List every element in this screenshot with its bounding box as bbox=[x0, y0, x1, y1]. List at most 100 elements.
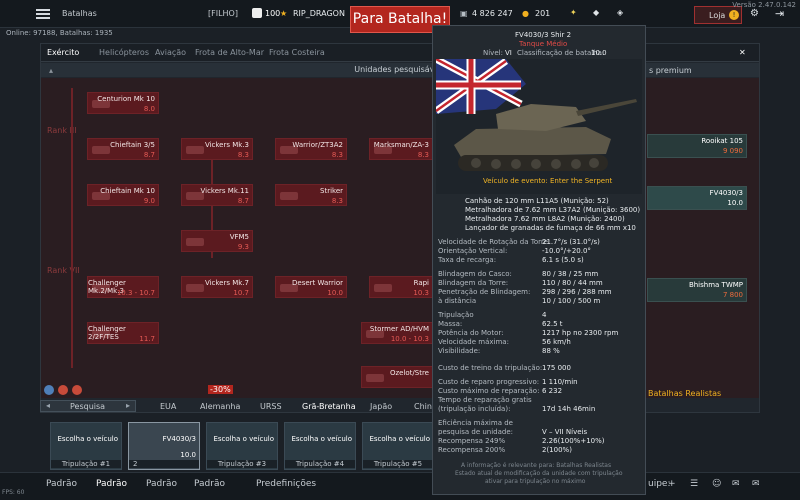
nation-usa[interactable]: EUA bbox=[160, 402, 176, 411]
avatar[interactable] bbox=[252, 8, 262, 18]
silver-icon: ▣ bbox=[460, 9, 468, 18]
silver-balance[interactable]: 4 826 247 bbox=[472, 9, 513, 18]
premium-vehicle-card[interactable]: FV4030/3 10.0 bbox=[647, 186, 747, 210]
stat-label: Custo de treino da tripulação: bbox=[438, 364, 543, 372]
stat-value: 110 / 80 / 44 mm bbox=[542, 279, 603, 287]
chat-icon[interactable]: ✉ bbox=[732, 479, 740, 489]
crew-slot-active[interactable]: FV4030/3 10.0 2 bbox=[128, 422, 200, 470]
vehicle-card[interactable]: Challenger 2/2F/TES 11.7 bbox=[87, 322, 159, 344]
tank-icon bbox=[374, 284, 392, 292]
stat-value: 88 % bbox=[542, 347, 560, 355]
tank-icon bbox=[186, 284, 204, 292]
crew-slot[interactable]: Escolha o veículo Tripulação #5 bbox=[362, 422, 434, 470]
vehicle-card[interactable]: Chieftain 3/5 8.7 bbox=[87, 138, 159, 160]
stat-label: Custo máximo de reparação: bbox=[438, 387, 540, 395]
weapon-line: Lançador de granadas de fumaça de 66 mm … bbox=[465, 224, 636, 232]
stat-label: à distância bbox=[438, 297, 477, 305]
vehicle-card[interactable]: Challenger Mk.2/Mk.3 10.3 - 10.7 bbox=[87, 276, 159, 298]
discount-icon[interactable] bbox=[72, 385, 82, 395]
nation-ussr[interactable]: URSS bbox=[260, 402, 282, 411]
stat-value: 2.26(100%+10%) bbox=[542, 437, 605, 445]
stat-value: 298 / 296 / 288 mm bbox=[542, 288, 612, 296]
online-status: Online: 97188, Batalhas: 1935 bbox=[6, 29, 113, 37]
presets-button[interactable]: Predefinições bbox=[256, 479, 316, 489]
add-icon[interactable]: + bbox=[668, 479, 676, 489]
crew-slot[interactable]: Escolha o veículo Tripulação #3 bbox=[206, 422, 278, 470]
tab-coastal[interactable]: Frota Costeira bbox=[269, 48, 325, 57]
shop-label: Loja bbox=[709, 11, 726, 20]
vehicle-card[interactable]: Centurion Mk 10 8.0 bbox=[87, 92, 159, 114]
stat-value: 6.1 s (5.0 s) bbox=[542, 256, 584, 264]
vehicle-card[interactable]: Striker 8.3 bbox=[275, 184, 347, 206]
friends-icon[interactable]: ☺ bbox=[712, 479, 721, 489]
tooltip-note: ativar para tripulação no máximo bbox=[485, 478, 586, 485]
stat-label: Taxa de recarga: bbox=[438, 256, 497, 264]
preset-3[interactable]: Padrão bbox=[146, 479, 177, 489]
gear-icon[interactable]: ⚙ bbox=[750, 8, 759, 19]
premium-title: s premium bbox=[649, 66, 692, 75]
preset-4[interactable]: Padrão bbox=[194, 479, 225, 489]
stat-label: Blindagem da Torre: bbox=[438, 279, 509, 287]
tank-icon bbox=[366, 374, 384, 382]
mail-icon[interactable]: ✉ bbox=[752, 479, 760, 489]
stat-value: 1 110/min bbox=[542, 378, 578, 386]
nation-britain[interactable]: Grã-Bretanha bbox=[302, 402, 356, 411]
tech-tree: Rank III Rank VII Centurion Mk 10 8.0 Chi… bbox=[41, 78, 759, 398]
gear-icon[interactable]: ◆ bbox=[593, 8, 599, 17]
vehicle-card[interactable]: Chieftain Mk 10 9.0 bbox=[87, 184, 159, 206]
premium-vehicle-card[interactable]: Bhishma TWMP 7 800 bbox=[647, 278, 747, 302]
stat-label: Velocidade de Rotação da Torre: bbox=[438, 238, 551, 246]
player-name[interactable]: RIP_DRAGON bbox=[293, 9, 345, 18]
crew-slot[interactable]: Escolha o veículo Tripulação #1 bbox=[50, 422, 122, 470]
collapse-icon[interactable]: ▴ bbox=[49, 66, 53, 75]
research-icon[interactable] bbox=[44, 385, 54, 395]
tank-icon bbox=[186, 146, 204, 154]
tooltip-note: A informação é relevante para: Batalhas … bbox=[461, 462, 612, 469]
weapon-line: Canhão de 120 mm L11A5 (Munição: 52) bbox=[465, 197, 609, 205]
idea-icon[interactable]: ✦ bbox=[570, 8, 577, 17]
crew-slot[interactable]: Escolha o veículo Tripulação #4 bbox=[284, 422, 356, 470]
vehicle-card[interactable]: Vickers Mk.11 8.7 bbox=[181, 184, 253, 206]
vehicle-card[interactable]: Vickers Mk.7 10.7 bbox=[181, 276, 253, 298]
vehicle-card[interactable]: Warrior/ZT3A2 8.3 bbox=[275, 138, 347, 160]
mode-title: Batalhas bbox=[62, 9, 97, 18]
preset-2[interactable]: Padrão bbox=[96, 479, 127, 489]
stat-value: 17d 14h 46min bbox=[542, 405, 596, 413]
vehicle-card[interactable]: Ozelot/Stre bbox=[361, 366, 433, 388]
vehicle-image bbox=[433, 55, 642, 194]
nation-germany[interactable]: Alemanha bbox=[200, 402, 240, 411]
stat-value: 6 232 bbox=[542, 387, 563, 395]
vehicle-card[interactable]: Marksman/ZA-3 8.3 bbox=[369, 138, 433, 160]
tab-aviation[interactable]: Aviação bbox=[155, 48, 186, 57]
premium-vehicle-card[interactable]: Rooikat 105 9 090 bbox=[647, 134, 747, 158]
tab-army[interactable]: Exército bbox=[47, 48, 79, 57]
nation-bar: Pesquisa ◂ ▸ -30% EUA Alemanha URSS Grã-… bbox=[40, 385, 760, 415]
stat-label: Tripulação bbox=[438, 311, 474, 319]
stat-value: 4 bbox=[542, 311, 547, 319]
vehicle-card[interactable]: Vickers Mk.3 8.3 bbox=[181, 138, 253, 160]
chevron-left-icon: ◂ bbox=[46, 401, 51, 410]
stat-label: Tempo de reparação gratis (tripulação in… bbox=[438, 396, 532, 413]
stat-label: Custo de reparo progressivo: bbox=[438, 378, 540, 386]
stat-value: 62.5 t bbox=[542, 320, 563, 328]
discount-icon[interactable] bbox=[58, 385, 68, 395]
vehicle-card[interactable]: Stormer AD/HVM 10.0 - 10.3 bbox=[361, 322, 433, 344]
vehicle-card[interactable]: VFM5 9.3 bbox=[181, 230, 253, 252]
tab-bluewater[interactable]: Frota de Alto-Mar bbox=[195, 48, 264, 57]
preset-1[interactable]: Padrão bbox=[46, 479, 77, 489]
wallet-icon[interactable]: ◈ bbox=[617, 8, 623, 17]
vehicle-card[interactable]: Rapi 10.3 bbox=[369, 276, 433, 298]
mode-select[interactable]: Batalhas Realistas bbox=[648, 389, 721, 398]
close-icon[interactable]: ✕ bbox=[739, 48, 746, 57]
nation-japan[interactable]: Japão bbox=[370, 402, 392, 411]
vehicle-card[interactable]: Desert Warrior 10.0 bbox=[275, 276, 347, 298]
gold-balance[interactable]: 201 bbox=[535, 9, 550, 18]
menu-icon[interactable] bbox=[36, 9, 50, 19]
tab-helicopters[interactable]: Helicópteros bbox=[99, 48, 149, 57]
research-panel: Exército Helicópteros Aviação Frota de A… bbox=[40, 43, 760, 413]
stat-value: 80 / 38 / 25 mm bbox=[542, 270, 599, 278]
top-bar: Batalhas [FILHO] 100 ★ RIP_DRAGON Para B… bbox=[0, 0, 800, 33]
stat-label: Recompensa 249% bbox=[438, 437, 506, 445]
menu-list-icon[interactable]: ☰ bbox=[690, 479, 698, 489]
alert-icon: ! bbox=[729, 10, 739, 20]
